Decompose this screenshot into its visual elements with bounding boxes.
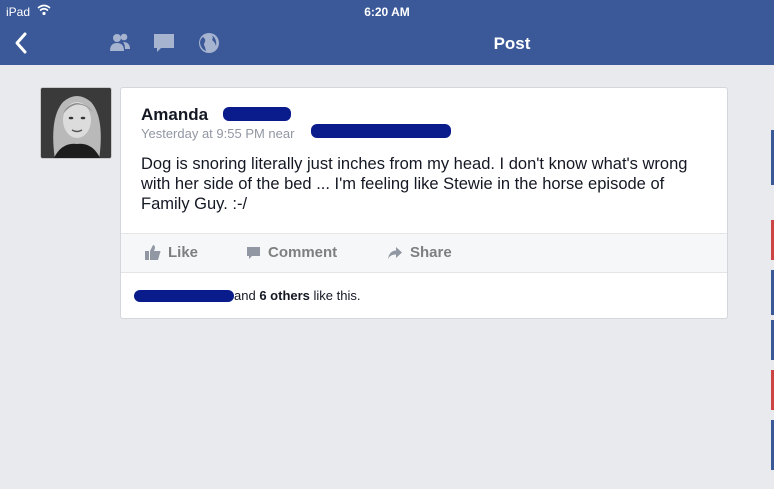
redaction-mark	[134, 290, 234, 302]
thumbs-up-icon	[145, 245, 161, 260]
post-timestamp[interactable]: Yesterday at 9:55 PM near	[141, 126, 294, 141]
top-bar: iPad 6:20 AM Post	[0, 0, 774, 65]
redaction-mark	[311, 124, 451, 138]
comment-icon	[247, 246, 260, 259]
page-title: Post	[493, 34, 531, 53]
status-bar: iPad 6:20 AM	[0, 0, 774, 22]
share-label: Share	[410, 244, 452, 261]
comment-label: Comment	[268, 244, 338, 261]
clock: 6:20 AM	[364, 5, 410, 19]
avatar[interactable]	[40, 87, 112, 159]
nav-bar: Post	[0, 22, 774, 65]
share-arrow-icon	[388, 246, 402, 259]
post-author-name[interactable]: Amanda	[141, 105, 208, 125]
likes-suffix: like this.	[313, 288, 361, 303]
comment-button[interactable]: Comment	[246, 244, 337, 261]
likes-conj: and	[234, 288, 256, 303]
redaction-mark	[223, 107, 291, 121]
likes-summary[interactable]: and 6 others like this.	[234, 288, 361, 303]
post-body: Dog is snoring literally just inches fro…	[141, 155, 688, 213]
post-card: Amanda Yesterday at 9:55 PM near Dog is …	[120, 87, 728, 319]
profile-photo-icon	[41, 88, 111, 158]
share-button[interactable]: Share	[387, 244, 452, 261]
post-actions: Like Comment Share	[121, 233, 727, 273]
like-label: Like	[168, 244, 199, 261]
like-button[interactable]: Like	[145, 244, 198, 261]
likes-others-link[interactable]: 6 others	[259, 288, 310, 303]
